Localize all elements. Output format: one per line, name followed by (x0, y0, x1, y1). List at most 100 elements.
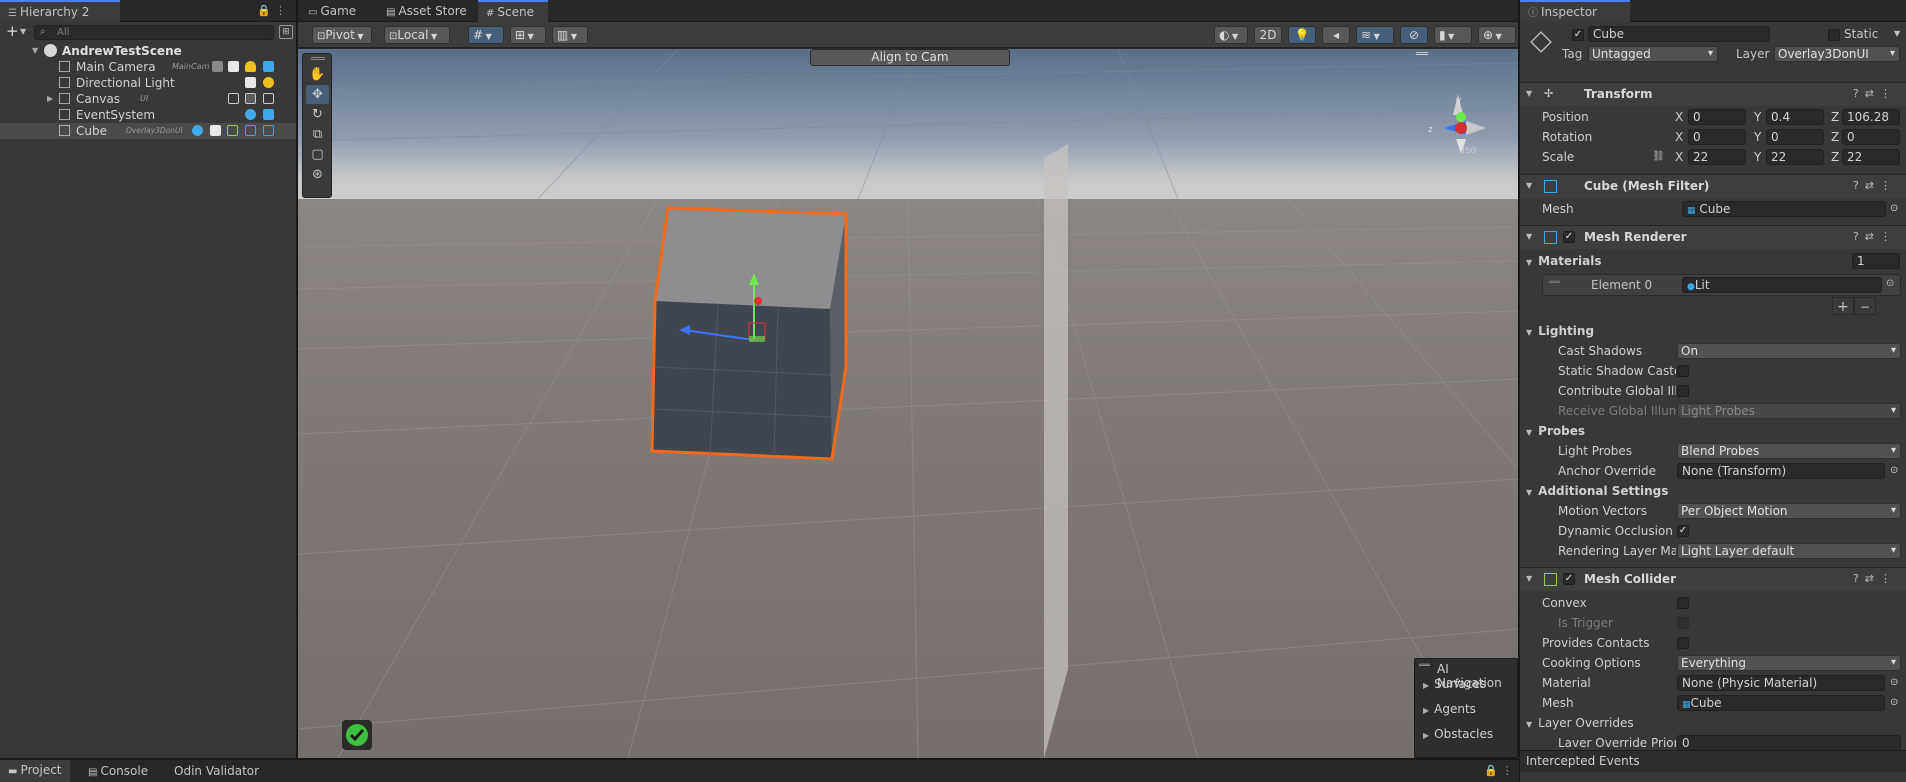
rotation-y-input[interactable]: 0 (1766, 129, 1824, 145)
preset-icon[interactable]: ⇄ (1865, 179, 1880, 192)
add-material-button[interactable]: + (1832, 297, 1854, 315)
hierarchy-item-main-camera[interactable]: Main Camera MainCam (0, 59, 296, 75)
scale-tool-button[interactable]: ⧉ (306, 125, 329, 144)
palette-handle[interactable] (311, 57, 325, 60)
preset-icon[interactable]: ⇄ (1865, 572, 1880, 585)
object-name-input[interactable]: Cube (1588, 26, 1770, 42)
anchor-override-field[interactable]: None (Transform) (1677, 463, 1885, 479)
more-icon[interactable]: ⋮ (275, 4, 290, 17)
tab-asset-store[interactable]: ▤ Asset Store (378, 0, 475, 22)
chevron-down-icon[interactable]: ▼ (1526, 258, 1532, 267)
overlay-handle-icon[interactable]: ══ (1419, 661, 1430, 671)
chevron-down-icon[interactable]: ▼ (1526, 488, 1532, 497)
validator-status-badge[interactable] (342, 720, 372, 750)
hand-tool-button[interactable]: ✋ (306, 65, 329, 84)
tab-odin-validator[interactable]: Odin Validator (166, 760, 267, 782)
scene-viewport[interactable]: y z Align to Cam Iso ══ ✋ ✥ ↻ ⧉ ▢ ⊛ ══ A… (298, 49, 1518, 758)
scale-x-input[interactable]: 22 (1688, 149, 1746, 165)
component-actions[interactable]: ?⇄⋮ (1853, 83, 1897, 105)
component-actions[interactable]: ?⇄⋮ (1853, 175, 1897, 197)
lock-icon[interactable]: 🔒 (257, 4, 275, 17)
hierarchy-item-cube[interactable]: Cube Overlay3DonUI (0, 123, 296, 139)
component-actions[interactable]: ?⇄⋮ (1853, 568, 1897, 590)
remove-material-button[interactable]: − (1854, 297, 1876, 315)
transform-header[interactable]: ▼ ✢ Transform ?⇄⋮ (1520, 82, 1906, 106)
local-dropdown[interactable]: ⊡Local ▼ (384, 26, 450, 44)
additional-settings-section[interactable]: ▼ Additional Settings (1520, 481, 1906, 501)
gizmo-menu-icon[interactable]: ══ (1416, 49, 1428, 60)
help-icon[interactable]: ? (1853, 572, 1865, 585)
link-icon[interactable]: ⛓ (1652, 147, 1665, 167)
camera-settings-dropdown[interactable]: ▮ ▼ (1434, 26, 1472, 44)
hierarchy-item-canvas[interactable]: ▶ Canvas UI (0, 91, 296, 107)
tab-hierarchy[interactable]: ☰ Hierarchy 2 (0, 0, 120, 22)
ai-nav-item-agents[interactable]: ▶ Agents (1423, 702, 1476, 716)
tab-scene[interactable]: # Scene (478, 0, 548, 22)
object-picker-icon[interactable]: ⊙ (1890, 673, 1898, 693)
light-probes-dropdown[interactable]: Blend Probes (1677, 443, 1901, 459)
drag-handle-icon[interactable]: ══ (1549, 278, 1560, 288)
help-icon[interactable]: ? (1853, 230, 1865, 243)
preset-icon[interactable]: ⇄ (1865, 230, 1880, 243)
help-icon[interactable]: ? (1853, 179, 1865, 192)
chevron-down-icon[interactable]: ▼ (1526, 226, 1532, 248)
component-actions[interactable]: ?⇄⋮ (1853, 226, 1897, 248)
grid-snap-toggle[interactable]: # ▼ (468, 26, 504, 44)
rotate-tool-button[interactable]: ↻ (306, 105, 329, 124)
ai-nav-item-surfaces[interactable]: ▶ Surfaces (1423, 677, 1486, 691)
provides-contacts-checkbox[interactable] (1677, 637, 1689, 649)
more-icon[interactable]: ⋮ (1502, 764, 1517, 777)
preset-icon[interactable]: ⇄ (1865, 87, 1880, 100)
chevron-down-icon[interactable]: ▼ (1526, 83, 1532, 105)
motion-vectors-dropdown[interactable]: Per Object Motion (1677, 503, 1901, 519)
transform-tool-button[interactable]: ⊛ (306, 165, 329, 184)
active-checkbox[interactable]: ✓ (1572, 29, 1584, 41)
tab-game[interactable]: ▭ Game (300, 0, 364, 22)
rendering-layer-dropdown[interactable]: Light Layer default (1677, 543, 1901, 559)
collider-mesh-field[interactable]: ▦Cube (1677, 695, 1885, 711)
layer-dropdown[interactable]: Overlay3DonUI (1774, 46, 1900, 62)
intercepted-events-bar[interactable]: Intercepted Events (1520, 750, 1906, 772)
more-icon[interactable]: ⋮ (1880, 179, 1897, 192)
materials-count-input[interactable]: 1 (1852, 253, 1900, 269)
chevron-down-icon[interactable]: ▼ (1526, 328, 1532, 337)
help-icon[interactable]: ? (1853, 87, 1865, 100)
more-icon[interactable]: ⋮ (1880, 572, 1897, 585)
cast-shadows-dropdown[interactable]: On (1677, 343, 1901, 359)
audio-toggle[interactable]: ◂ (1322, 26, 1350, 44)
more-icon[interactable]: ⋮ (1880, 230, 1897, 243)
position-z-input[interactable]: 106.28 (1842, 109, 1900, 125)
chevron-down-icon[interactable]: ▼ (1526, 428, 1532, 437)
more-icon[interactable]: ⋮ (1880, 87, 1897, 100)
create-button[interactable]: + (6, 23, 19, 39)
increment-snap-toggle[interactable]: ⊞ ▼ (510, 26, 546, 44)
scene-visibility-toggle[interactable]: ⊘ (1400, 26, 1428, 44)
object-picker-icon[interactable]: ⊙ (1890, 461, 1898, 481)
gizmo-projection-label[interactable]: Iso (1462, 145, 1476, 156)
bottom-tab-menu[interactable]: 🔒⋮ (1484, 764, 1517, 777)
hierarchy-tab-menu[interactable]: 🔒⋮ (257, 4, 290, 17)
hierarchy-item-directional-light[interactable]: Directional Light (0, 75, 296, 91)
static-checkbox[interactable] (1828, 29, 1840, 41)
pivot-dropdown[interactable]: ⊡Pivot ▼ (312, 26, 372, 44)
chevron-down-icon[interactable]: ▼ (32, 43, 38, 59)
scale-y-input[interactable]: 22 (1766, 149, 1824, 165)
hierarchy-scene-row[interactable]: ▼ AndrewTestScene (0, 43, 296, 59)
lock-icon[interactable]: 🔒 (1484, 764, 1502, 777)
search-filter-icon[interactable]: ⊞ (279, 25, 293, 39)
scale-z-input[interactable]: 22 (1842, 149, 1900, 165)
mesh-renderer-header[interactable]: ▼ ✓ Mesh Renderer ?⇄⋮ (1520, 225, 1906, 249)
materials-row[interactable]: ▼ Materials 1 (1520, 251, 1906, 271)
hierarchy-item-eventsystem[interactable]: EventSystem (0, 107, 296, 123)
mesh-collider-header[interactable]: ▼ ✓ Mesh Collider ?⇄⋮ (1520, 567, 1906, 591)
tag-dropdown[interactable]: Untagged (1588, 46, 1718, 62)
convex-checkbox[interactable] (1677, 597, 1689, 609)
hierarchy-search-input[interactable]: ⌕ All (34, 25, 274, 40)
effects-dropdown[interactable]: ≋ ▼ (1356, 26, 1394, 44)
position-x-input[interactable]: 0 (1688, 109, 1746, 125)
chevron-down-icon[interactable]: ▼ (1526, 175, 1532, 197)
layer-overrides-section[interactable]: ▼ Layer Overrides (1520, 713, 1906, 733)
chevron-down-icon[interactable]: ▼ (1526, 568, 1532, 590)
move-tool-button[interactable]: ✥ (306, 85, 329, 104)
probes-section[interactable]: ▼ Probes (1520, 421, 1906, 441)
